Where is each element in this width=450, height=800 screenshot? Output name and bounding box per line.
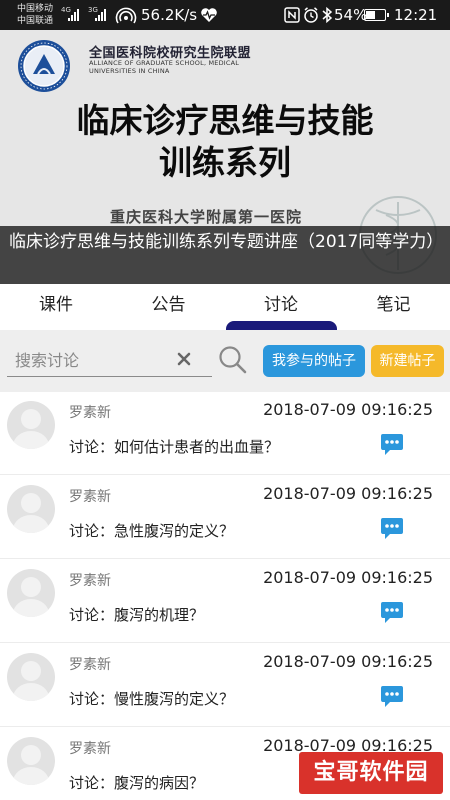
carrier-2: 中国联通 [17, 16, 54, 26]
discussion-list: 罗素新 2018-07-09 09:16:25 讨论：如何估计患者的出血量？ 罗… [0, 392, 450, 800]
battery-percent: 54% [334, 6, 368, 24]
chat-bubble-icon[interactable] [379, 601, 405, 625]
chat-bubble-icon[interactable] [379, 517, 405, 541]
course-title-caption: 临床诊疗思维与技能训练系列专题讲座（2017同等学力） [0, 226, 450, 284]
nfc-icon [284, 7, 300, 23]
carrier-names: 中国移动 中国联通 [17, 3, 53, 27]
list-item[interactable]: 罗素新 2018-07-09 09:16:25 讨论：如何估计患者的出血量？ [0, 392, 450, 475]
post-author: 罗素新 [69, 657, 111, 673]
default-avatar-icon [7, 485, 55, 533]
chat-bubble-icon[interactable] [379, 433, 405, 457]
close-icon[interactable] [176, 351, 192, 367]
carrier-1: 中国移动 [17, 4, 54, 14]
post-topic: 讨论：急性腹泻的定义？ [69, 522, 235, 540]
list-item[interactable]: 罗素新 2018-07-09 09:16:25 讨论：腹泻的机理？ [0, 560, 450, 643]
banner-headline-line: 临床诊疗思维与技能 [76, 101, 374, 140]
hotspot-icon [115, 7, 137, 24]
list-item[interactable]: 罗素新 2018-07-09 09:16:25 讨论：急性腹泻的定义？ [0, 476, 450, 559]
alliance-logo-icon [18, 40, 70, 92]
chat-bubble-icon[interactable] [379, 685, 405, 709]
alliance-name-en-line: ALLIANCE OF GRADUATE SCHOOL, MEDICAL [89, 59, 240, 67]
post-topic: 讨论：慢性腹泻的定义？ [69, 690, 235, 708]
battery-fill [366, 11, 375, 19]
tab-notes[interactable]: 笔记 [337, 284, 450, 330]
post-topic: 讨论：如何估计患者的出血量？ [69, 438, 280, 456]
alliance-name-en-line: UNIVERSITIES IN CHINA [89, 67, 170, 75]
post-time: 2018-07-09 09:16:25 [263, 400, 433, 419]
post-time: 2018-07-09 09:16:25 [263, 484, 433, 503]
site-watermark: 宝哥软件园 [299, 752, 443, 794]
post-author: 罗素新 [69, 741, 111, 757]
post-author: 罗素新 [69, 405, 111, 421]
hospital-name: 重庆医科大学附属第一医院 [110, 208, 303, 226]
alliance-name-en: ALLIANCE OF GRADUATE SCHOOL, MEDICAL UNI… [89, 59, 239, 75]
tab-bar: 课件 公告 讨论 笔记 [0, 284, 450, 330]
bluetooth-icon [322, 6, 333, 24]
banner-headline-line: 训练系列 [159, 143, 291, 182]
network-speed: 56.2K/s [141, 6, 198, 24]
battery-icon [364, 9, 389, 21]
signal-bars-1-icon [68, 9, 82, 21]
search-toolbar: 我参与的帖子 新建帖子 [0, 330, 450, 392]
heart-rate-icon [201, 8, 217, 22]
post-time: 2018-07-09 09:16:25 [263, 652, 433, 671]
default-avatar-icon [7, 569, 55, 617]
default-avatar-icon [7, 401, 55, 449]
post-time: 2018-07-09 09:16:25 [263, 568, 433, 587]
course-banner: 全国医科院校研究生院联盟 ALLIANCE OF GRADUATE SCHOOL… [0, 30, 450, 284]
status-time: 12:21 [394, 6, 438, 24]
post-topic: 讨论：腹泻的病因？ [69, 774, 205, 792]
post-topic: 讨论：腹泻的机理？ [69, 606, 205, 624]
tab-announcements[interactable]: 公告 [112, 284, 225, 330]
my-posts-button[interactable]: 我参与的帖子 [263, 345, 365, 377]
alarm-icon [304, 7, 318, 23]
list-item[interactable]: 罗素新 2018-07-09 09:16:25 讨论：慢性腹泻的定义？ [0, 644, 450, 727]
tab-courseware[interactable]: 课件 [0, 284, 112, 330]
status-bar: 中国移动 中国联通 4G 3G 56.2K/s 54% 12:21 [0, 0, 450, 30]
banner-headline: 临床诊疗思维与技能 训练系列 [0, 100, 450, 184]
new-post-button[interactable]: 新建帖子 [371, 345, 444, 377]
signal-bars-2-icon [95, 9, 109, 21]
post-author: 罗素新 [69, 573, 111, 589]
default-avatar-icon [7, 653, 55, 701]
default-avatar-icon [7, 737, 55, 785]
post-author: 罗素新 [69, 489, 111, 505]
active-tab-indicator [226, 321, 337, 330]
search-icon[interactable] [218, 344, 248, 376]
